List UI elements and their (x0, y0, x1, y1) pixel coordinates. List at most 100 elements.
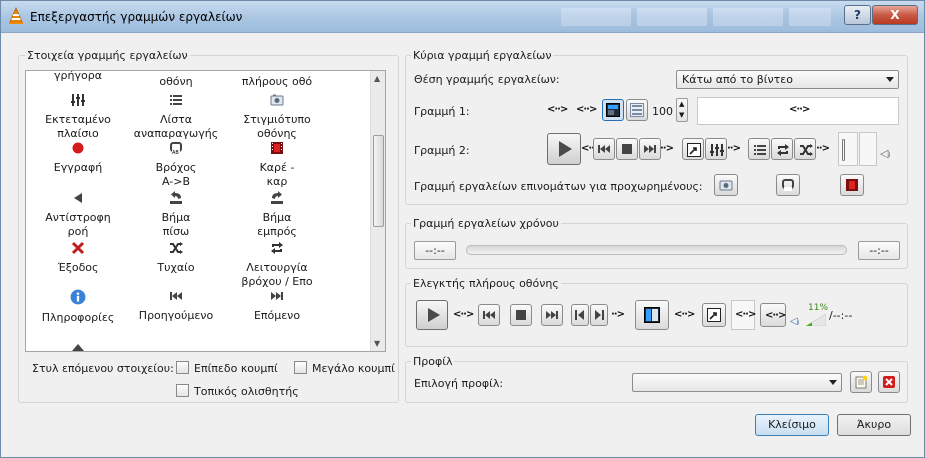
palette-item-info[interactable]: Πληροφορίες (28, 289, 128, 325)
playlist-window-icon (644, 307, 660, 323)
fs-play-button[interactable] (416, 300, 448, 330)
line2-playlist-button[interactable] (748, 138, 770, 160)
spacer-icon[interactable]: <··> (547, 104, 568, 115)
vlc-cone-icon (9, 7, 23, 24)
palette-item-next[interactable]: Επόμενο (222, 289, 332, 323)
play-icon (559, 141, 572, 157)
line2-volume-area[interactable] (859, 132, 877, 166)
line2-fullscreen-button[interactable] (682, 138, 704, 160)
fs-previous-button[interactable] (478, 304, 500, 326)
line2-stop-button[interactable] (616, 138, 638, 160)
volume-slider[interactable] (806, 314, 826, 326)
help-button[interactable]: ? (844, 5, 871, 25)
spacer-icon[interactable]: ··> (611, 309, 625, 320)
fs-next-button[interactable] (541, 304, 563, 326)
spacer-icon[interactable]: ··> (816, 143, 830, 154)
step-back-icon (170, 191, 182, 204)
spacer-icon[interactable]: <··> (674, 309, 695, 320)
palette-item-previous[interactable]: Προηγούμενο (126, 289, 226, 323)
native-slider-checkbox[interactable] (176, 384, 189, 397)
palette-list[interactable]: γρήγορα οθόνη πλήρους οθό Εκτεταμένο πλα… (25, 70, 386, 352)
title-bar[interactable]: Επεξεργαστής γραμμών εργαλείων ? X (1, 1, 924, 33)
profile-select[interactable] (632, 373, 842, 392)
fs-frame-button[interactable] (571, 304, 589, 326)
palette-item-snapshot[interactable]: Στιγμιότυπο οθόνης (222, 93, 332, 141)
scroll-down-arrow[interactable]: ▼ (374, 339, 380, 348)
palette-item-label: Βήμα εμπρός (257, 211, 297, 238)
play-button[interactable] (547, 133, 581, 165)
fs-fullscreen-button[interactable] (702, 303, 726, 327)
palette-item-exit[interactable]: Έξοδος (28, 241, 128, 275)
line2-drop-area[interactable] (838, 132, 858, 166)
line2-next-button[interactable] (639, 138, 661, 160)
line2-extended-button[interactable] (705, 138, 727, 160)
palette-item-step-forward[interactable]: Βήμα εμπρός (222, 191, 332, 239)
slower-icon (575, 310, 584, 320)
cancel-button[interactable]: Άκυρο (837, 414, 911, 436)
palette-item-extended[interactable]: Εκτεταμένο πλαίσιο (28, 93, 128, 141)
chevron-down-icon (829, 380, 837, 385)
line2-label: Γραμμή 2: (414, 144, 470, 157)
scrollbar-thumb[interactable] (373, 135, 384, 227)
flat-button-checkbox[interactable] (176, 361, 189, 374)
slider-handle-icon (842, 139, 845, 161)
big-button-checkbox[interactable] (294, 361, 307, 374)
spinner-up-icon[interactable]: ▲ (679, 100, 684, 108)
fs-playlist-button[interactable] (635, 300, 669, 330)
palette-item-label: Επόμενο (253, 309, 301, 322)
close-button[interactable]: Κλείσιμο (755, 414, 829, 436)
palette-item-label: Έξοδος (57, 261, 99, 274)
palette-item-step-back[interactable]: Βήμα πίσω (126, 191, 226, 239)
speaker-icon: ◁ᵢ (880, 147, 891, 160)
seek-slider[interactable] (466, 245, 847, 255)
spinner-down-icon[interactable]: ▼ (679, 111, 684, 119)
line1-playlist-toggle-button[interactable] (602, 99, 624, 121)
line1-playlist-button[interactable] (626, 99, 648, 121)
palette-item-repeat[interactable]: Λειτουργία βρόχου / Επο (222, 241, 332, 289)
main-toolbar-group-label: Κύρια γραμμή εργαλείων (411, 49, 554, 62)
fs-faster-button[interactable] (590, 304, 608, 326)
playlist-window-icon (630, 103, 644, 117)
new-profile-button[interactable] (850, 371, 872, 393)
profile-select-label: Επιλογή προφίλ: (414, 377, 504, 390)
palette-item-frame[interactable]: Καρέ - καρ (222, 141, 332, 189)
palette-scrollbar[interactable]: ▲ ▼ (370, 71, 385, 351)
volume-speaker-icon[interactable]: ◁ᵢ (790, 316, 799, 327)
line2-repeat-button[interactable] (771, 138, 793, 160)
scroll-up-arrow[interactable]: ▲ (374, 74, 380, 83)
advanced-frame-button[interactable] (840, 174, 864, 196)
spacer-icon[interactable]: <··> (576, 104, 597, 115)
remaining-time[interactable]: --:-- (858, 241, 900, 260)
next-widget-style-label: Στυλ επόμενου στοιχείου: (32, 362, 174, 375)
palette-item-screen[interactable]: οθόνη (126, 75, 226, 89)
fs-stop-button[interactable] (510, 304, 532, 326)
toolbar-editor-window: Επεξεργαστής γραμμών εργαλείων ? X Στοιχ… (0, 0, 925, 458)
spacer-icon[interactable]: <··> (735, 309, 756, 320)
toolbar-position-label: Θέση γραμμής εργαλείων: (414, 73, 560, 86)
elapsed-time[interactable]: --:-- (414, 241, 456, 260)
palette-item-label: πλήρους οθό (241, 75, 313, 88)
close-window-button[interactable]: X (872, 5, 918, 25)
advanced-loop-button[interactable] (776, 174, 800, 196)
toolbar-position-select[interactable]: Κάτω από το βίντεο (676, 70, 899, 89)
palette-item-label: γρήγορα (54, 70, 102, 82)
spacer-icon[interactable]: ··> (727, 143, 741, 154)
palette-item-fullscreen[interactable]: πλήρους οθό (222, 75, 332, 89)
fs-spacer-button[interactable]: <··> (760, 303, 786, 327)
palette-item-loop-ab[interactable]: AB Βρόχος A->B (126, 141, 226, 189)
line2-previous-button[interactable] (593, 138, 615, 160)
palette-item-playlist[interactable]: Λίστα αναπαραγωγής (126, 93, 226, 141)
spacer-icon[interactable]: <··> (453, 309, 474, 320)
palette-item-record[interactable]: Εγγραφή (28, 141, 128, 175)
volume-spinner[interactable]: ▲ ▼ (676, 98, 688, 122)
spacer-icon[interactable]: <··> (789, 104, 810, 115)
delete-profile-button[interactable] (878, 371, 900, 393)
line2-shuffle-button[interactable] (794, 138, 816, 160)
next-icon (546, 311, 558, 319)
palette-item-reverse[interactable]: Αντίστροφη ροή (28, 191, 128, 239)
delete-icon (883, 376, 895, 388)
spacer-icon[interactable]: ··> (660, 143, 674, 154)
palette-item-fast[interactable]: γρήγορα (28, 70, 128, 83)
advanced-snapshot-button[interactable] (714, 174, 738, 196)
palette-item-shuffle[interactable]: Τυχαίο (126, 241, 226, 275)
